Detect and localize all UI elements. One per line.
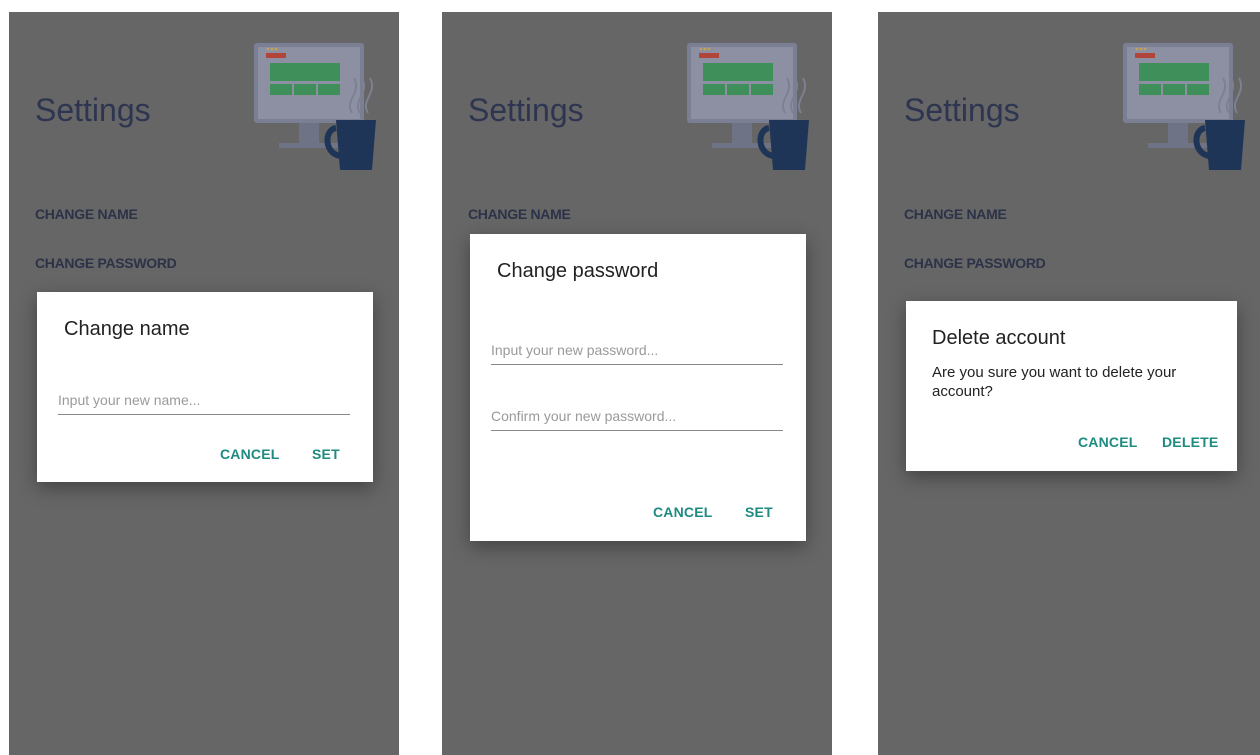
name-input[interactable] [58,392,350,415]
set-button[interactable]: SET [312,446,340,462]
set-button[interactable]: SET [745,504,773,520]
page-title: Settings [904,92,1020,128]
screen-change-password: Settings CHANGE NAME Change password CAN… [442,12,832,755]
screen-delete-account: Settings CHANGE NAME CHANGE PASSWORD Del… [878,12,1260,755]
cancel-button[interactable]: CANCEL [653,504,713,520]
cancel-button[interactable]: CANCEL [1078,434,1138,450]
change-name-dialog: Change name CANCEL SET [37,292,373,482]
confirm-password-input[interactable] [491,408,783,431]
monitor-coffee-icon [687,43,809,170]
cancel-button[interactable]: CANCEL [220,446,280,462]
dialog-message: Are you sure you want to delete your acc… [932,364,1177,400]
screen-change-name: Settings CHANGE NAME CHANGE PASSWORD Cha… [9,12,399,755]
menu-change-name[interactable]: CHANGE NAME [35,206,138,222]
menu-change-name[interactable]: CHANGE NAME [468,206,571,222]
page-title: Settings [468,92,584,128]
menu-change-name[interactable]: CHANGE NAME [904,206,1007,222]
delete-account-dialog: Delete account Are you sure you want to … [906,301,1237,471]
new-password-input[interactable] [491,342,783,365]
delete-button[interactable]: DELETE [1162,434,1218,450]
menu-change-password[interactable]: CHANGE PASSWORD [904,255,1046,271]
page-title: Settings [35,92,151,128]
dialog-title: Change name [64,318,190,340]
menu-change-password[interactable]: CHANGE PASSWORD [35,255,177,271]
monitor-coffee-icon [1123,43,1245,170]
change-password-dialog: Change password CANCEL SET [470,234,806,541]
dialog-title: Delete account [932,327,1066,349]
dialog-title: Change password [497,260,659,282]
monitor-coffee-icon [254,43,376,170]
